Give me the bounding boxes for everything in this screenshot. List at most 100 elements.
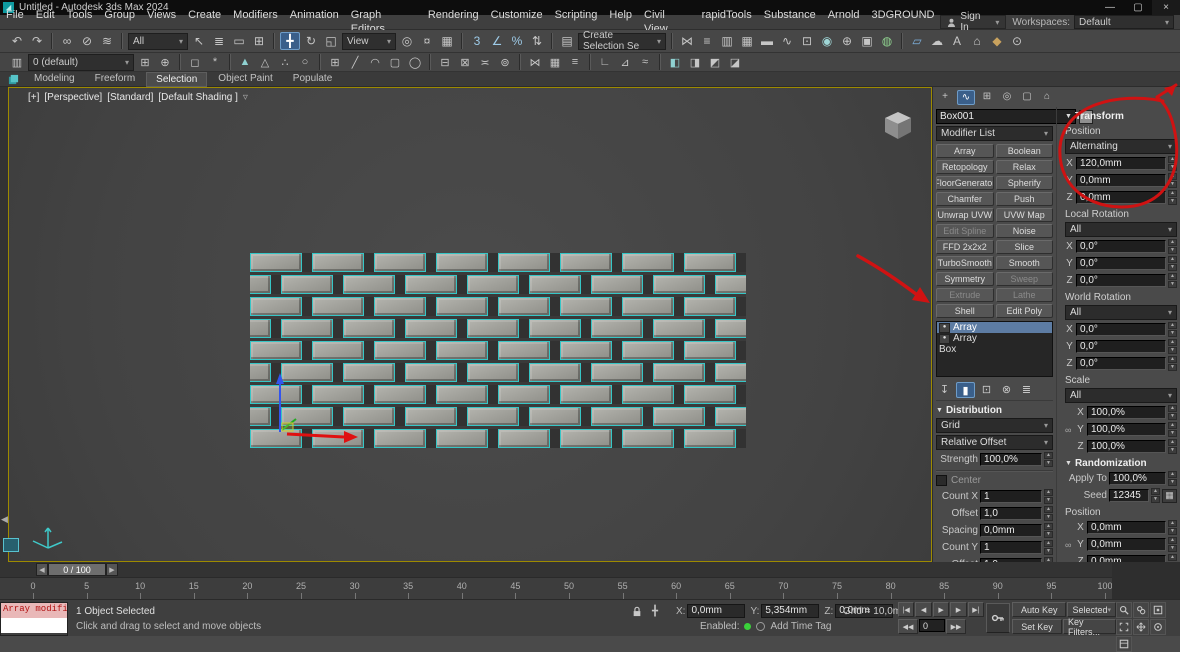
go-to-end[interactable]: ▶| (968, 602, 984, 617)
local-rotation-mode-dropdown[interactable]: All ▾ (1065, 222, 1177, 237)
configure-modifier-sets-icon[interactable]: ≣ (1018, 382, 1035, 396)
viewport-label-segment-3[interactable]: [Default Shading ] (158, 92, 238, 103)
toggle-scene-explorer-icon[interactable]: ▥ (718, 33, 736, 49)
position-mode-dropdown[interactable]: Alternating ▾ (1065, 139, 1177, 154)
select-and-move-icon[interactable]: ╋ (280, 32, 300, 50)
render-setup-icon[interactable]: ⊕ (838, 33, 856, 49)
count-y-3-field[interactable]: 1 (980, 541, 1042, 554)
offset-1-spinner[interactable]: ▲▼ (1044, 506, 1053, 521)
toggle-layer-explorer-icon[interactable]: ▦ (738, 33, 756, 49)
world-rotation-y-spinner[interactable]: ▲▼ (1168, 339, 1177, 354)
modifier-button-turbosmooth[interactable]: TurboSmooth (936, 256, 994, 270)
snaps-toggle-icon[interactable]: 3 (468, 33, 486, 49)
viewport-filter-icon[interactable]: ▿ (243, 92, 248, 103)
select-object-icon[interactable]: ↖ (190, 33, 208, 49)
modifier-button-floorgenerator[interactable]: FloorGenerator (936, 176, 994, 190)
create-tab-icon[interactable]: + (937, 90, 953, 103)
position-z-field[interactable]: 0,0mm (1076, 191, 1166, 204)
mirror-icon[interactable]: ⋈ (678, 33, 696, 49)
weld-icon[interactable]: ⊚ (496, 55, 514, 69)
restore-button[interactable]: ▢ (1124, 0, 1152, 15)
modifier-button-noise[interactable]: Noise (996, 224, 1054, 238)
redo-icon[interactable]: ↷ (28, 33, 46, 49)
utilities-tab-icon[interactable]: ⌂ (1039, 90, 1055, 103)
mirror-tool-icon[interactable]: ⋈ (526, 55, 544, 69)
spinner-snap-toggle-icon[interactable]: ⇅ (528, 33, 546, 49)
axis-link-icon[interactable]: ∞ (1065, 540, 1071, 550)
draw-line-icon[interactable]: ╱ (346, 55, 364, 69)
time-slider-handle[interactable]: 0 / 100 (48, 563, 106, 576)
zoom-region-icon[interactable] (1116, 619, 1132, 635)
scale-x-field[interactable]: 100,0% (1087, 406, 1166, 419)
ribbon-tab-freeform[interactable]: Freeform (86, 72, 145, 87)
count-x-0-spinner[interactable]: ▲▼ (1044, 489, 1053, 504)
reference-coordinate-dropdown[interactable]: View▾ (342, 33, 396, 50)
viewport-layout-tab[interactable] (3, 538, 19, 552)
create-new-layer-icon[interactable]: ⊞ (136, 55, 154, 69)
zoom-icon[interactable] (1116, 602, 1132, 618)
modifier-button-symmetry[interactable]: Symmetry (936, 272, 994, 286)
maximize-viewport-icon[interactable] (1116, 636, 1132, 652)
modifier-button-ffd-2x2x2[interactable]: FFD 2x2x2 (936, 240, 994, 254)
absolute-offset-toggle-icon[interactable]: ╋ (648, 604, 662, 618)
local-rotation-x-spinner[interactable]: ▲▼ (1168, 239, 1177, 254)
edit-named-selection-sets-icon[interactable]: ▤ (558, 33, 576, 49)
keyboard-shortcut-override-icon[interactable]: ▦ (438, 33, 456, 49)
set-key-button[interactable]: Set Key (1012, 619, 1062, 634)
local-rotation-z-field[interactable]: 0,0° (1076, 274, 1166, 287)
modifier-button-boolean[interactable]: Boolean (996, 144, 1054, 158)
modifier-button-chamfer[interactable]: Chamfer (936, 192, 994, 206)
array-tool-icon[interactable]: ▦ (546, 55, 564, 69)
world-rotation-y-field[interactable]: 0,0° (1076, 340, 1166, 353)
next-frame-nub[interactable]: ▶ (106, 563, 118, 576)
render-in-cloud-icon[interactable]: ☁ (928, 33, 946, 49)
select-and-scale-icon[interactable]: ◱ (322, 33, 340, 49)
rapidtools-icon-1[interactable]: ◧ (666, 55, 684, 69)
apply-to-spinner[interactable]: ▲▼ (1168, 471, 1177, 486)
go-to-start[interactable]: |◀ (898, 602, 914, 617)
snap-grid-icon[interactable]: ⊞ (326, 55, 344, 69)
align-icon[interactable]: ≡ (698, 33, 716, 49)
ribbon-tab-selection[interactable]: Selection (146, 72, 207, 87)
count-x-0-field[interactable]: 1 (980, 490, 1042, 503)
spacing-2-spinner[interactable]: ▲▼ (1044, 523, 1053, 538)
apply-to-field[interactable]: 100,0% (1109, 472, 1166, 485)
modifier-button-uvw-map[interactable]: UVW Map (996, 208, 1054, 222)
named-selection-sets-dropdown[interactable]: Create Selection Se▾ (578, 33, 666, 50)
selection-lock-icon[interactable] (630, 604, 644, 618)
randomization-rollout-header[interactable]: ▼ Randomization (1065, 458, 1177, 469)
add-time-tag-button[interactable]: Add Time Tag (770, 621, 831, 632)
ribbon-tab-populate[interactable]: Populate (284, 72, 341, 87)
next-frame[interactable]: ▶ (950, 602, 966, 617)
next-key-button[interactable]: ▶▶ (946, 619, 966, 634)
modifier-button-edit-poly[interactable]: Edit Poly (996, 304, 1054, 318)
draw-circle-icon[interactable]: ◯ (406, 55, 424, 69)
orbit-icon[interactable] (1150, 619, 1166, 635)
position-z-spinner[interactable]: ▲▼ (1168, 190, 1177, 205)
transform-rollout-header[interactable]: ▼ Transform (1065, 111, 1177, 122)
ribbon-tab-modeling[interactable]: Modeling (25, 72, 84, 87)
coordinate-field[interactable]: 5,354mm (761, 604, 819, 618)
bind-to-space-warp-icon[interactable]: ≋ (98, 33, 116, 49)
offset-1-field[interactable]: 1,0 (980, 507, 1042, 520)
display-tab-icon[interactable]: ▢ (1019, 90, 1035, 103)
render-production-icon[interactable]: ◍ (878, 33, 896, 49)
strength-spinner[interactable]: ▲▼ (1044, 452, 1053, 467)
minimize-button[interactable]: — (1096, 0, 1124, 15)
disabled-dot-icon[interactable] (756, 622, 765, 631)
local-rotation-y-field[interactable]: 0,0° (1076, 257, 1166, 270)
object-name-field[interactable] (936, 109, 1076, 124)
modifier-button-relax[interactable]: Relax (996, 160, 1054, 174)
schematic-view-icon[interactable]: ⊡ (798, 33, 816, 49)
rapidtools-icon-3[interactable]: ◩ (706, 55, 724, 69)
selection-filter-dropdown[interactable]: All▾ (128, 33, 188, 50)
close-button[interactable]: × (1152, 0, 1180, 15)
zoom-all-icon[interactable] (1133, 602, 1149, 618)
random-position-x-field[interactable]: 0,0mm (1087, 521, 1166, 534)
graphite-vertex-icon[interactable]: ∴ (276, 55, 294, 69)
show-end-result-icon[interactable]: ▮ (956, 382, 975, 398)
local-rotation-x-field[interactable]: 0,0° (1076, 240, 1166, 253)
position-x-spinner[interactable]: ▲▼ (1168, 156, 1177, 171)
remove-modifier-icon[interactable]: ⊗ (998, 382, 1015, 396)
selection-set-dropdown[interactable]: Selected ▾ (1067, 602, 1116, 617)
